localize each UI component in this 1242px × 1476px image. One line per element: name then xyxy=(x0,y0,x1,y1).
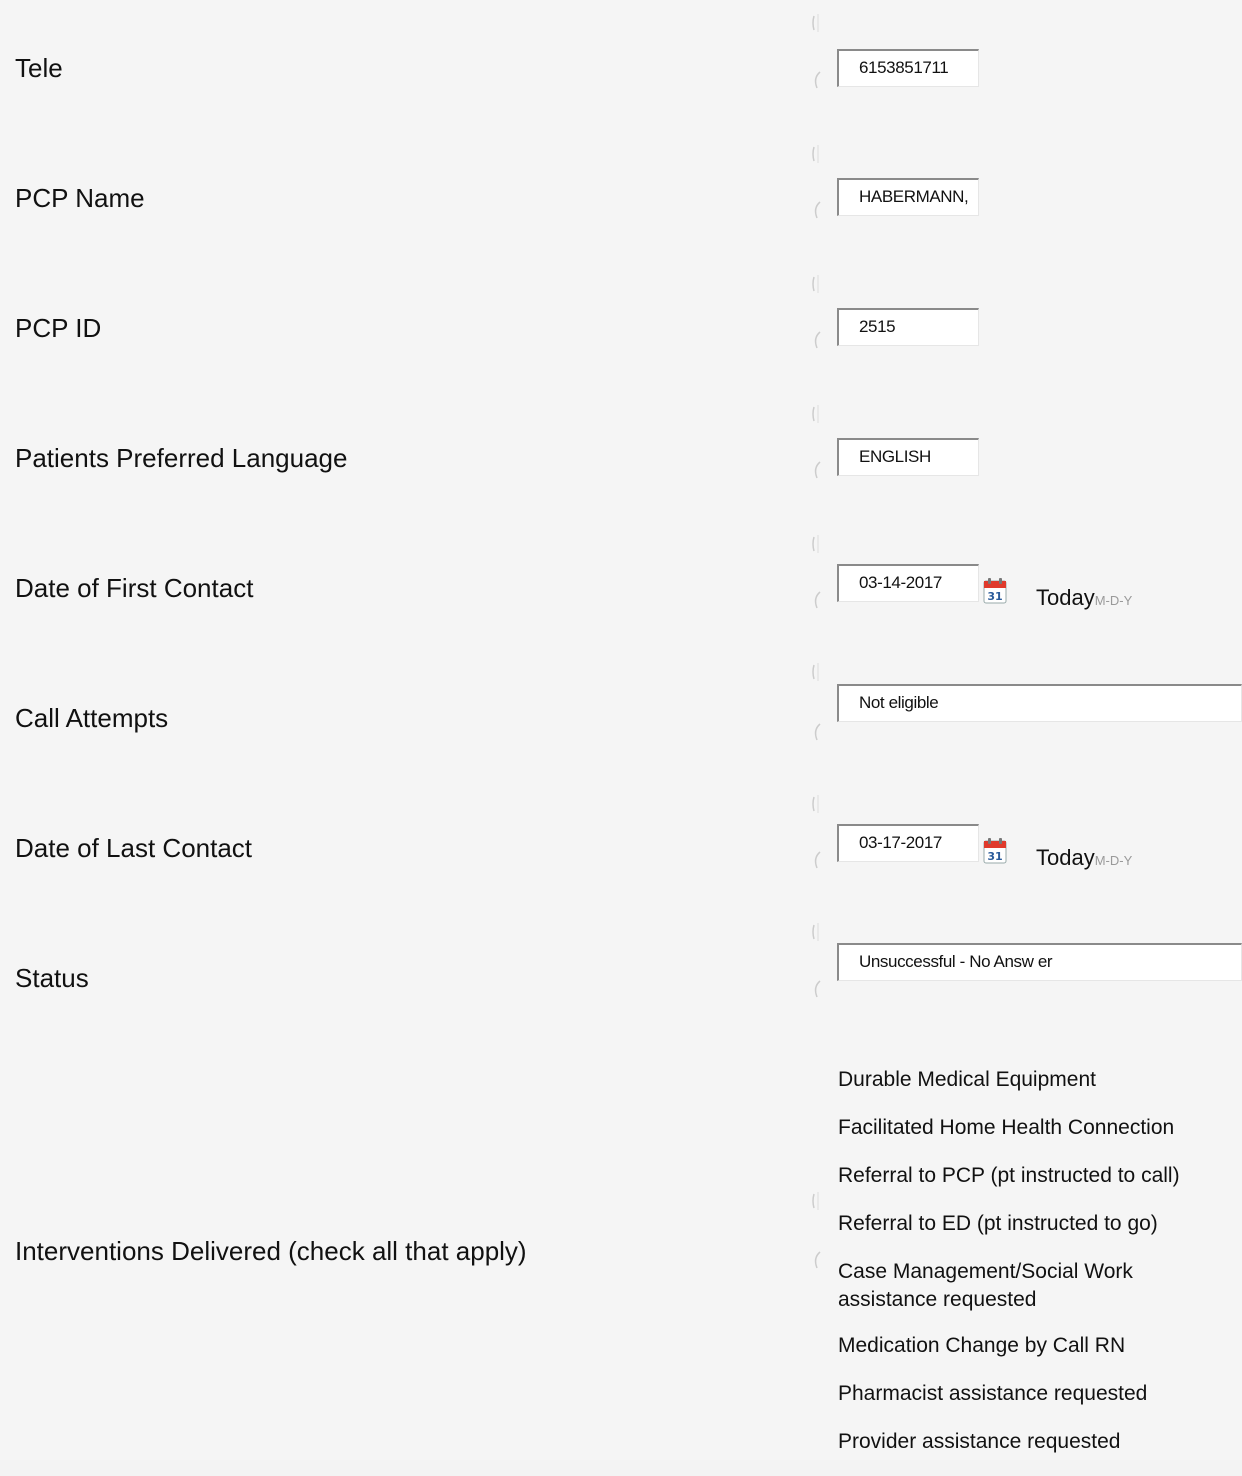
form-row-last-contact: Date of Last Contact 03-17-2017 31 Today… xyxy=(0,783,1242,914)
field-label: Status xyxy=(15,963,89,993)
intervention-option[interactable]: Referral to ED (pt instructed to go) xyxy=(838,1210,1238,1238)
tele-input[interactable]: 6153851711 xyxy=(837,49,979,87)
form-row-status: Status Unsuccessful - No Answ er xyxy=(0,913,1242,1043)
help-bottom-icon xyxy=(810,68,824,90)
calendar-icon[interactable]: 31 xyxy=(983,838,1007,864)
field-label: Interventions Delivered (check all that … xyxy=(15,1236,527,1266)
first-contact-date-input[interactable]: 03-14-2017 xyxy=(837,564,979,602)
status-select[interactable]: Unsuccessful - No Answ er xyxy=(837,943,1242,981)
pcp-name-input[interactable]: HABERMANN, xyxy=(837,178,979,216)
help-top-icon xyxy=(810,533,824,555)
language-input[interactable]: ENGLISH xyxy=(837,438,979,476)
help-bottom-icon xyxy=(810,328,824,350)
intervention-option[interactable]: Facilitated Home Health Connection xyxy=(838,1114,1238,1142)
help-top-icon xyxy=(810,661,824,683)
intervention-option[interactable]: Referral to PCP (pt instructed to call) xyxy=(838,1162,1238,1190)
pcp-id-input[interactable]: 2515 xyxy=(837,308,979,346)
help-bottom-icon xyxy=(810,1248,824,1270)
today-text[interactable]: Today xyxy=(1036,845,1095,870)
help-top-icon xyxy=(810,921,824,943)
help-top-icon xyxy=(810,143,824,165)
intervention-option[interactable]: Case Management/Social Work assistance r… xyxy=(838,1258,1198,1314)
help-top-icon xyxy=(810,793,824,815)
form-row-first-contact: Date of First Contact 03-14-2017 31 Toda… xyxy=(0,523,1242,654)
field-label: Date of First Contact xyxy=(15,573,254,603)
intervention-option[interactable]: Durable Medical Equipment xyxy=(838,1066,1238,1094)
field-label: PCP ID xyxy=(15,313,102,343)
date-format-hint: M-D-Y xyxy=(1094,593,1133,608)
help-bottom-icon xyxy=(810,720,824,742)
form-row-pcp-name: PCP Name HABERMANN, xyxy=(0,133,1242,264)
intervention-option[interactable]: Pharmacist assistance requested xyxy=(838,1380,1238,1408)
help-top-icon xyxy=(810,12,824,34)
calendar-icon[interactable]: 31 xyxy=(983,578,1007,604)
help-bottom-icon xyxy=(810,588,824,610)
help-bottom-icon xyxy=(810,977,824,999)
field-label: Tele xyxy=(15,53,63,83)
date-format-hint: M-D-Y xyxy=(1094,853,1133,868)
svg-text:31: 31 xyxy=(987,590,1002,603)
interventions-checklist: Durable Medical Equipment Facilitated Ho… xyxy=(838,1066,1238,1476)
form-row-language: Patients Preferred Language ENGLISH xyxy=(0,393,1242,524)
help-top-icon xyxy=(810,403,824,425)
svg-text:31: 31 xyxy=(987,850,1002,863)
call-attempts-select[interactable]: Not eligible xyxy=(837,684,1242,722)
intervention-option[interactable]: Provider assistance requested xyxy=(838,1428,1238,1456)
field-label: Patients Preferred Language xyxy=(15,443,348,473)
form-row-call-attempts: Call Attempts Not eligible xyxy=(0,653,1242,784)
field-label: Date of Last Contact xyxy=(15,833,253,863)
form-row-pcp-id: PCP ID 2515 xyxy=(0,263,1242,394)
form-row-tele: Tele 6153851711 xyxy=(0,0,1242,134)
help-bottom-icon xyxy=(810,198,824,220)
help-bottom-icon xyxy=(810,458,824,480)
intervention-option[interactable]: Medication Change by Call RN xyxy=(838,1332,1238,1360)
help-top-icon xyxy=(810,273,824,295)
today-text[interactable]: Today xyxy=(1036,585,1095,610)
today-link[interactable]: TodayM-D-Y xyxy=(1036,845,1132,871)
help-top-icon xyxy=(810,1190,824,1212)
help-bottom-icon xyxy=(810,848,824,870)
field-label: PCP Name xyxy=(15,183,145,213)
field-label: Call Attempts xyxy=(15,703,169,733)
today-link[interactable]: TodayM-D-Y xyxy=(1036,585,1132,611)
last-contact-date-input[interactable]: 03-17-2017 xyxy=(837,824,979,862)
